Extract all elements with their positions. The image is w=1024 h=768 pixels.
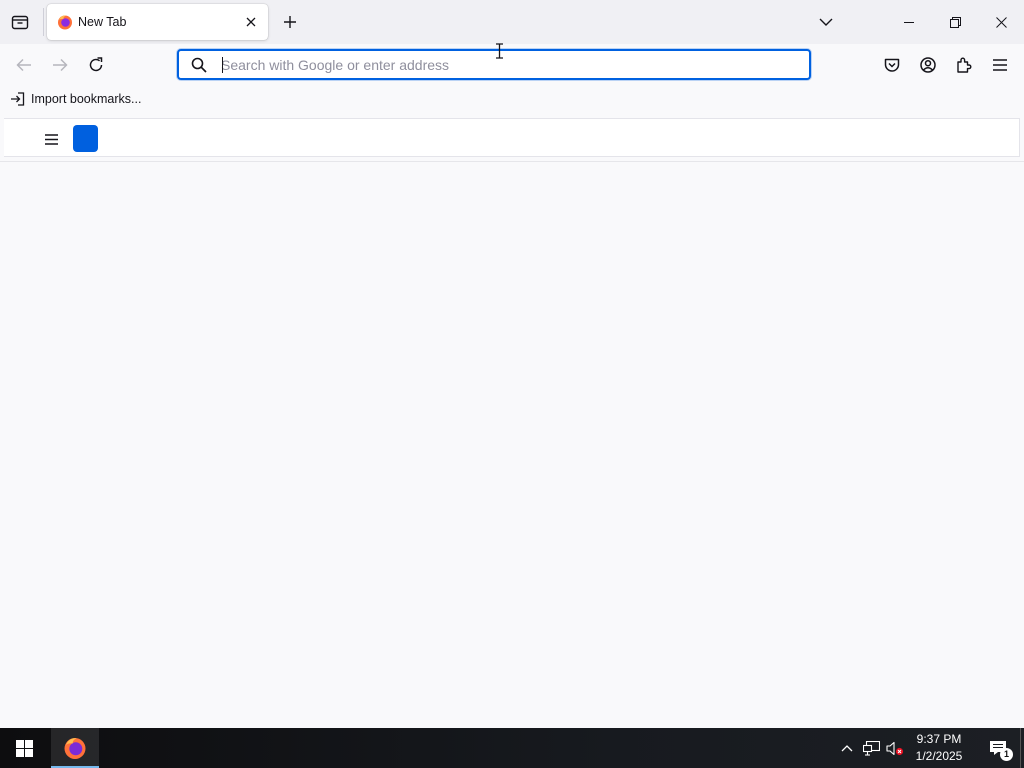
- network-icon: [862, 740, 880, 756]
- hamburger-menu-icon: [993, 59, 1007, 71]
- clock-date: 1/2/2025: [915, 749, 963, 763]
- taskbar-firefox-button[interactable]: [51, 728, 99, 768]
- firefox-view-button[interactable]: [0, 4, 40, 40]
- list-all-tabs-button[interactable]: [814, 10, 838, 34]
- app-menu-button[interactable]: [986, 52, 1014, 78]
- tab-strip: New Tab: [0, 0, 1024, 44]
- notification-count-badge: 1: [1000, 748, 1013, 761]
- account-icon: [920, 57, 936, 73]
- reload-icon: [89, 57, 103, 72]
- windows-taskbar: 9:37 PM 1/2/2025 1: [0, 728, 1024, 768]
- address-input[interactable]: [221, 54, 791, 76]
- forward-button[interactable]: [46, 52, 74, 78]
- firefox-icon: [64, 738, 86, 759]
- back-arrow-icon: [16, 58, 31, 72]
- show-hidden-icons-button[interactable]: [837, 738, 857, 758]
- tab-title: New Tab: [78, 15, 127, 29]
- speaker-muted-icon: [886, 741, 904, 755]
- close-window-button[interactable]: [978, 0, 1024, 44]
- tab-separator: [43, 8, 44, 36]
- blue-square-button[interactable]: [73, 125, 98, 152]
- text-cursor-icon: [496, 43, 503, 59]
- search-icon: [191, 57, 207, 73]
- tab-close-button[interactable]: [242, 13, 260, 31]
- tab-new-tab[interactable]: New Tab: [47, 4, 268, 40]
- windows-start-icon: [15, 739, 33, 757]
- firefox-view-icon: [11, 15, 29, 30]
- firefox-favicon: [58, 15, 72, 30]
- window-close-icon: [995, 16, 1007, 28]
- page-content: [0, 162, 1024, 728]
- action-center-button[interactable]: 1: [978, 728, 1018, 768]
- extensions-icon: [957, 57, 972, 73]
- save-to-pocket-button[interactable]: [878, 52, 906, 78]
- strip-menu-button[interactable]: [40, 129, 62, 149]
- system-clock[interactable]: 9:37 PM 1/2/2025: [908, 731, 970, 765]
- page-header-strip: [4, 118, 1020, 157]
- close-icon: [246, 17, 256, 27]
- extensions-button[interactable]: [950, 52, 978, 78]
- start-button[interactable]: [0, 728, 48, 768]
- import-bookmarks-button[interactable]: Import bookmarks...: [10, 89, 141, 109]
- show-desktop-button[interactable]: [1020, 728, 1024, 768]
- minimize-icon: [904, 22, 914, 23]
- new-tab-button[interactable]: [278, 10, 302, 34]
- account-button[interactable]: [914, 52, 942, 78]
- import-icon: [11, 92, 25, 106]
- volume-button[interactable]: [885, 738, 905, 758]
- address-bar[interactable]: [177, 49, 811, 80]
- pocket-icon: [884, 58, 900, 72]
- bookmarks-toolbar: Import bookmarks...: [0, 84, 1024, 114]
- hamburger-icon: [44, 133, 58, 145]
- forward-arrow-icon: [53, 58, 68, 72]
- restore-icon: [949, 16, 961, 28]
- reload-button[interactable]: [82, 52, 110, 78]
- back-button[interactable]: [10, 52, 38, 78]
- network-button[interactable]: [861, 738, 881, 758]
- clock-time: 9:37 PM: [916, 732, 962, 746]
- minimize-button[interactable]: [886, 0, 932, 44]
- import-bookmarks-label: Import bookmarks...: [31, 92, 142, 106]
- restore-button[interactable]: [932, 0, 978, 44]
- chevron-down-icon: [819, 18, 833, 26]
- chevron-up-icon: [841, 744, 853, 751]
- plus-icon: [284, 16, 296, 28]
- text-caret: [222, 57, 223, 73]
- navigation-toolbar: [0, 44, 1024, 84]
